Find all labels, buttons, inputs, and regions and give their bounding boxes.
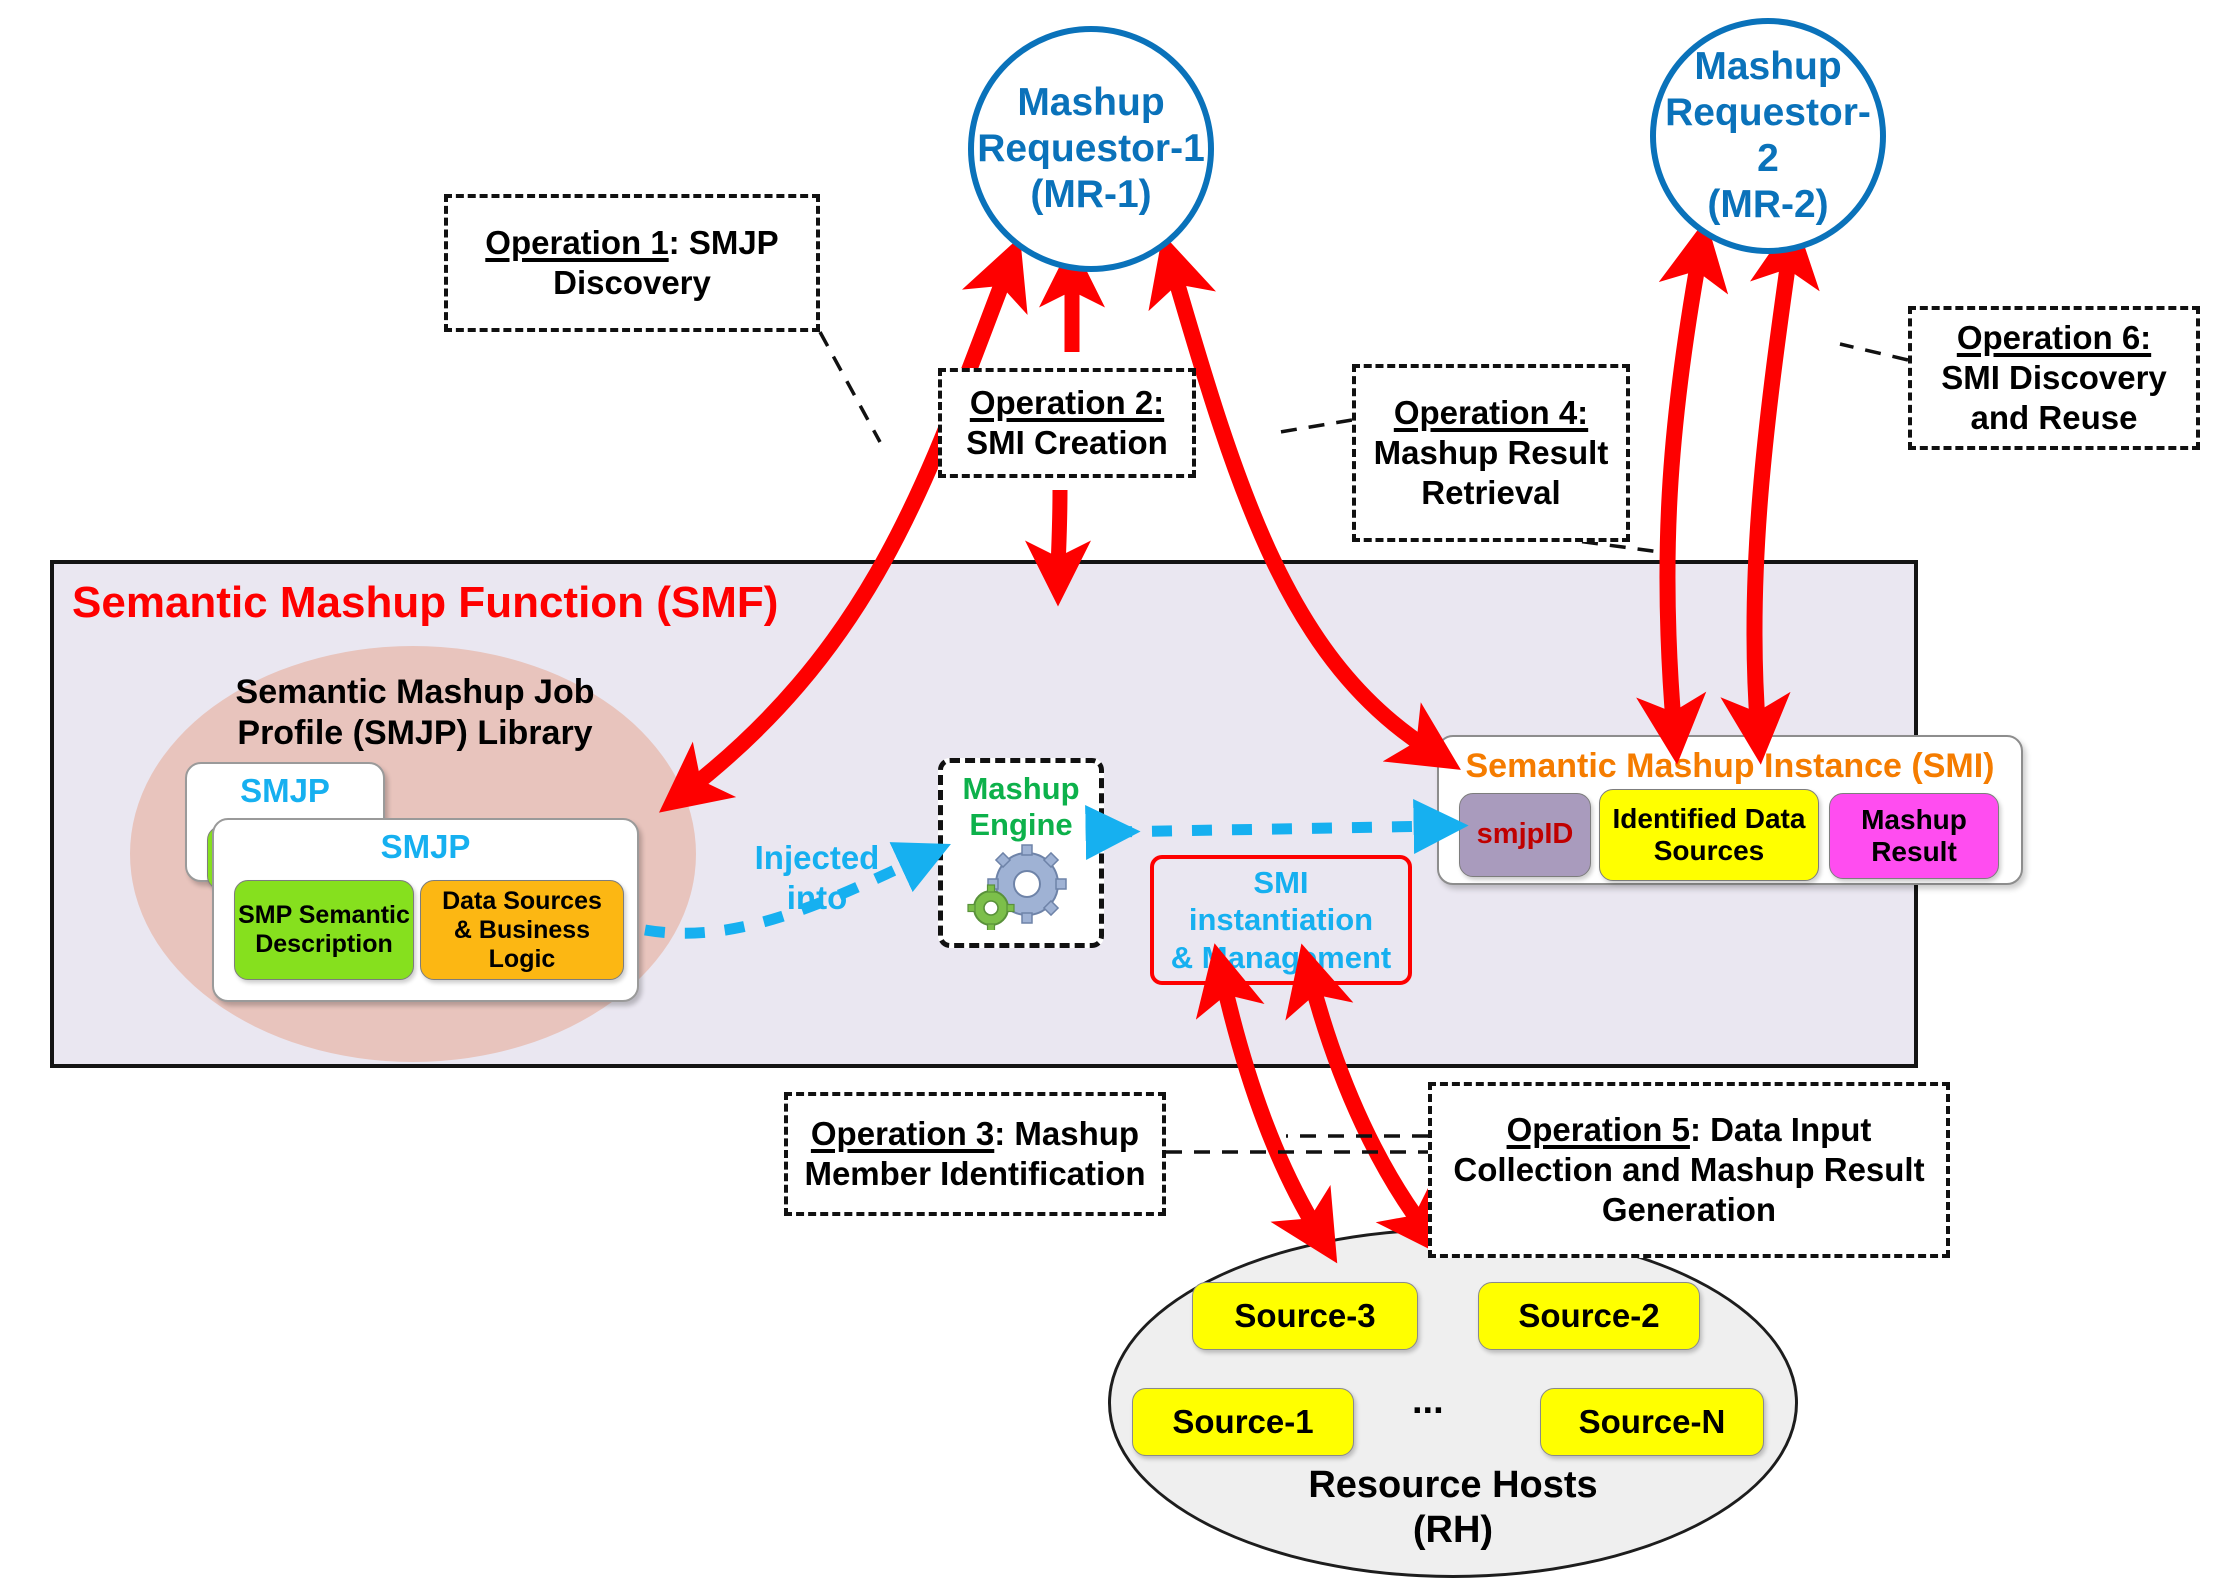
- mr2-line1: Mashup: [1694, 44, 1842, 88]
- source-2-label: Source-2: [1518, 1297, 1660, 1334]
- chip-ds-line1: Data Sources: [442, 886, 602, 915]
- callout-operation-1: Operation 1: SMJP Discovery: [444, 194, 820, 332]
- source-chip-1[interactable]: Source-1: [1132, 1388, 1354, 1456]
- resource-hosts-title: Resource Hosts (RH): [1108, 1463, 1798, 1554]
- mashup-engine-title: Mashup Engine: [962, 771, 1079, 842]
- smi-panel[interactable]: Semantic Mashup Instance (SMI) smjpID Id…: [1437, 735, 2023, 885]
- source-chip-n[interactable]: Source-N: [1540, 1388, 1764, 1456]
- smi-smjpid-label: smjpID: [1476, 818, 1574, 851]
- mr1-line1: Mashup: [1017, 80, 1165, 124]
- injected-into-label: Injected into: [722, 838, 912, 917]
- smi-ids-line2: Sources: [1653, 835, 1765, 866]
- smjp-card-front[interactable]: SMJP SMP Semantic Description Data Sourc…: [212, 818, 639, 1002]
- smi-inst-line2: instantiation: [1188, 902, 1374, 938]
- smjp-library-title: Semantic Mashup Job Profile (SMJP) Libra…: [175, 672, 655, 755]
- op3-rest: : Mashup: [994, 1114, 1140, 1152]
- smjp-card-front-label: SMJP: [380, 828, 471, 865]
- mashup-requestor-1-circle[interactable]: Mashup Requestor-1 (MR-1): [968, 26, 1214, 272]
- callout-operation-3: Operation 3: Mashup Member Identificatio…: [784, 1092, 1166, 1216]
- chip-ds-line2: & Business Logic: [453, 915, 591, 973]
- op4-head: Operation 4:: [1393, 393, 1589, 431]
- leader-op1: [818, 331, 882, 443]
- rh-title-line1: Resource Hosts: [1308, 1463, 1598, 1506]
- source-n-label: Source-N: [1578, 1403, 1726, 1440]
- source-chip-3[interactable]: Source-3: [1192, 1282, 1418, 1350]
- smi-instantiation-box[interactable]: SMI instantiation & Management: [1150, 855, 1412, 985]
- smi-ids-line1: Identified Data: [1612, 802, 1806, 834]
- smjp-library-title-line2: Profile (SMJP) Library: [237, 714, 593, 753]
- resource-hosts-ellipsis-dots: ...: [1412, 1380, 1444, 1422]
- callout-operation-6: Operation 6: SMI Discovery and Reuse: [1908, 306, 2200, 450]
- smi-mr-line2: Result: [1871, 836, 1957, 867]
- op6-head: Operation 6:: [1956, 318, 2152, 356]
- op2-head: Operation 2:: [969, 383, 1165, 421]
- op1-tail: Discovery: [553, 264, 711, 301]
- op4-tail: Mashup Result Retrieval: [1373, 433, 1609, 512]
- callout-operation-2: Operation 2: SMI Creation: [938, 368, 1196, 478]
- mr1-line3: (MR-1): [1030, 173, 1152, 216]
- callout-operation-5: Operation 5: Data Input Collection and M…: [1428, 1082, 1950, 1258]
- mashup-engine-box[interactable]: Mashup Engine: [938, 758, 1104, 948]
- injected-line2: into: [786, 878, 848, 916]
- leader-op6: [1839, 342, 1909, 362]
- smi-mr-line1: Mashup: [1861, 803, 1967, 835]
- smi-inst-line3: & Management: [1170, 939, 1392, 975]
- op3-head: Operation 3: [810, 1114, 995, 1152]
- op2-tail: SMI Creation: [966, 424, 1168, 461]
- smi-item-mashup-result: Mashup Result: [1829, 793, 1999, 879]
- injected-line1: Injected: [754, 839, 880, 876]
- op6-tail: SMI Discovery and Reuse: [1941, 358, 2167, 437]
- smi-panel-title: Semantic Mashup Instance (SMI): [1465, 747, 1995, 785]
- smjp-library-title-line1: Semantic Mashup Job: [235, 673, 595, 711]
- op5-rest: : Data Input: [1689, 1110, 1872, 1148]
- smjp-card-back-label: SMJP: [240, 772, 330, 809]
- mr2-line2: Requestor-2: [1665, 90, 1871, 180]
- mashup-engine-line2: Engine: [969, 806, 1073, 842]
- gears-icon: [965, 844, 1077, 935]
- rh-title-line2: (RH): [1412, 1509, 1494, 1552]
- mr2-line3: (MR-2): [1707, 183, 1829, 227]
- leader-op4: [1279, 418, 1353, 434]
- callout-operation-4: Operation 4: Mashup Result Retrieval: [1352, 364, 1630, 542]
- source-chip-2[interactable]: Source-2: [1478, 1282, 1700, 1350]
- op5-head: Operation 5: [1506, 1110, 1690, 1148]
- mashup-engine-line1: Mashup: [962, 771, 1080, 806]
- op3-tail: Member Identification: [804, 1155, 1146, 1192]
- smi-item-identified-data-sources: Identified Data Sources: [1599, 789, 1819, 881]
- smi-item-smjpid: smjpID: [1459, 793, 1591, 877]
- op1-rest: : SMJP: [668, 223, 779, 261]
- chip-smp-line1: SMP Semantic: [238, 901, 410, 929]
- op5-tail: Collection and Mashup Result Generation: [1453, 1150, 1925, 1229]
- chip-smp-semantic-description: SMP Semantic Description: [234, 880, 414, 980]
- smi-inst-line1: SMI: [1253, 865, 1309, 901]
- chip-smp-line2: Description: [255, 930, 393, 958]
- smf-panel-title: Semantic Mashup Function (SMF): [72, 578, 779, 627]
- source-1-label: Source-1: [1172, 1403, 1314, 1440]
- mashup-requestor-2-circle[interactable]: Mashup Requestor-2 (MR-2): [1650, 18, 1886, 254]
- chip-data-sources-business-logic: Data Sources & Business Logic: [420, 880, 624, 980]
- mr1-line2: Requestor-1: [977, 126, 1205, 170]
- source-3-label: Source-3: [1234, 1297, 1376, 1334]
- op1-head: Operation 1: [485, 223, 669, 261]
